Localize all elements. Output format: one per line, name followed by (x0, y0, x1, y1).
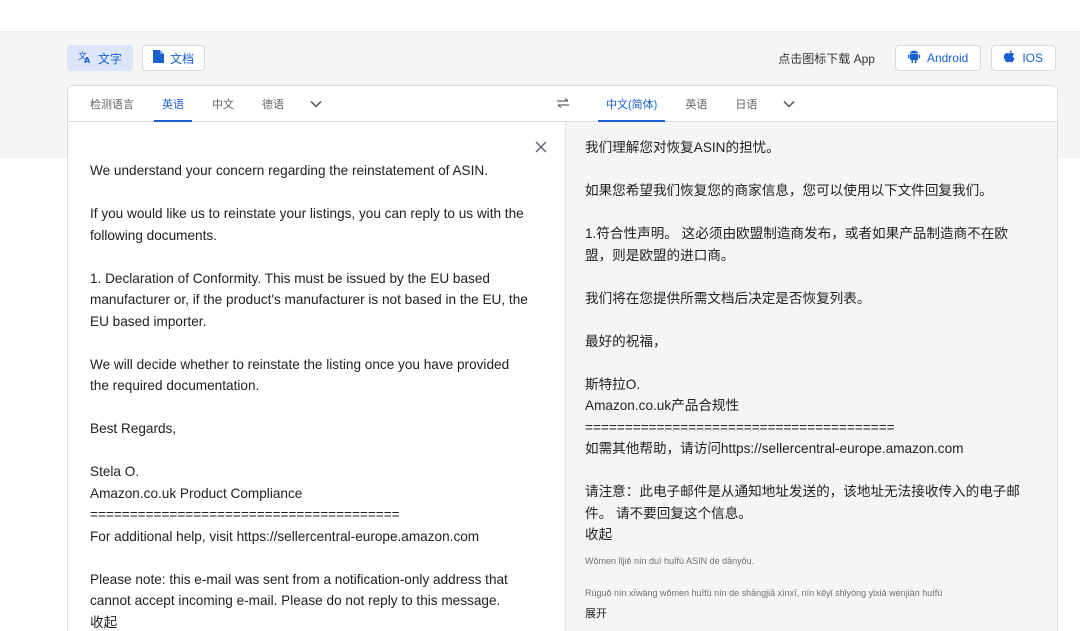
translated-text: 我们理解您对恢复ASIN的担忧。 如果您希望我们恢复您的商家信息，您可以使用以下… (585, 137, 1025, 625)
app-download-bar: 点击图标下载 App Android IOS (778, 45, 1056, 71)
source-paragraph: 1. Declaration of Conformity. This must … (90, 270, 528, 329)
source-language-tabs: 检测语言 英语 中文 德语 (76, 86, 334, 122)
source-help-line: For additional help, visit https://selle… (90, 528, 480, 544)
android-download-button[interactable]: Android (894, 45, 982, 71)
target-signature-name: 斯特拉O. (585, 376, 641, 392)
top-bar (0, 0, 1080, 32)
document-mode-button[interactable]: 文档 (142, 45, 206, 71)
document-mode-label: 文档 (170, 51, 195, 66)
chevron-down-icon (783, 95, 795, 113)
source-text: We understand your concern regarding the… (90, 160, 530, 631)
source-paragraph: We understand your concern regarding the… (90, 163, 488, 178)
target-help-line: 如需其他帮助，请访问https://sellercentral-europe.a… (585, 441, 964, 456)
pinyin-line: Wǒmen lǐjiě nín duì huīfù ASIN de dānyōu… (585, 555, 755, 566)
target-note: 请注意：此电子邮件是从通知地址发送的，该地址无法接收传入的电子邮件。 请不要回复… (585, 484, 1020, 521)
swap-icon (556, 95, 570, 113)
source-paragraph: If you would like us to reinstate your l… (90, 206, 524, 243)
target-language-dropdown[interactable] (771, 86, 807, 122)
svg-text:A: A (84, 56, 91, 64)
language-bar: 检测语言 英语 中文 德语 中文(简体) 英语 日语 (68, 86, 1057, 122)
swap-languages-button[interactable] (552, 95, 574, 113)
target-signature-dept: Amazon.co.uk产品合规性 (585, 398, 740, 413)
source-paragraph: We will decide whether to reinstate the … (90, 356, 510, 394)
source-language-dropdown[interactable] (298, 86, 334, 122)
translation-panel: 检测语言 英语 中文 德语 中文(简体) 英语 日语 We understand… (67, 85, 1058, 631)
text-mode-button[interactable]: 文A 文字 (67, 45, 134, 71)
android-label: Android (926, 51, 969, 65)
target-paragraph: 我们理解您对恢复ASIN的担忧。 (585, 140, 780, 155)
expand-pinyin-link[interactable]: 展开 (585, 604, 1025, 626)
tab-target-japanese[interactable]: 日语 (721, 86, 771, 122)
tab-source-english[interactable]: 英语 (148, 86, 198, 122)
target-paragraph: 1.符合性声明。 这必须由欧盟制造商发布，或者如果产品制造商不在欧盟，则是欧盟的… (585, 226, 1008, 263)
tab-detect-language[interactable]: 检测语言 (76, 86, 148, 122)
mode-switcher: 文A 文字 文档 (67, 45, 206, 71)
text-mode-label: 文字 (98, 51, 123, 66)
apple-icon (1004, 50, 1015, 66)
pinyin-line: Rúguǒ nín xīwàng wǒmen huīfù nín de shān… (585, 587, 943, 598)
tab-source-german[interactable]: 德语 (248, 86, 298, 122)
close-icon (535, 140, 547, 158)
app-download-hint: 点击图标下载 App (778, 51, 875, 66)
tab-source-chinese[interactable]: 中文 (198, 86, 248, 122)
source-paragraph: Best Regards, (90, 421, 177, 436)
tab-target-english[interactable]: 英语 (671, 86, 721, 122)
tab-target-chinese-simplified[interactable]: 中文(简体) (592, 86, 671, 122)
source-note: Please note: this e-mail was sent from a… (90, 571, 508, 609)
android-icon (907, 50, 920, 66)
target-collapse-link[interactable]: 收起 (585, 524, 1025, 546)
target-language-tabs: 中文(简体) 英语 日语 (592, 86, 807, 122)
document-icon (153, 50, 165, 66)
translate-icon: 文A (78, 50, 92, 67)
chevron-down-icon (310, 95, 322, 113)
ios-label: IOS (1022, 51, 1043, 65)
source-signature-dept: Amazon.co.uk Product Compliance (90, 485, 303, 501)
target-paragraph: 我们将在您提供所需文档后决定是否恢复列表。 (585, 290, 871, 306)
target-paragraph: 如果您希望我们恢复您的商家信息，您可以使用以下文件回复我们。 (585, 183, 993, 198)
source-separator: ======================================= (90, 507, 400, 522)
source-text-area[interactable]: We understand your concern regarding the… (68, 122, 565, 631)
ios-download-button[interactable]: IOS (991, 45, 1056, 71)
clear-text-button[interactable] (532, 140, 550, 158)
source-signature-name: Stela O. (90, 464, 140, 479)
translation-output: 我们理解您对恢复ASIN的担忧。 如果您希望我们恢复您的商家信息，您可以使用以下… (565, 122, 1057, 631)
source-collapse-link[interactable]: 收起 (90, 612, 530, 631)
target-paragraph: 最好的祝福， (585, 333, 667, 349)
target-separator: ======================================= (585, 419, 895, 435)
